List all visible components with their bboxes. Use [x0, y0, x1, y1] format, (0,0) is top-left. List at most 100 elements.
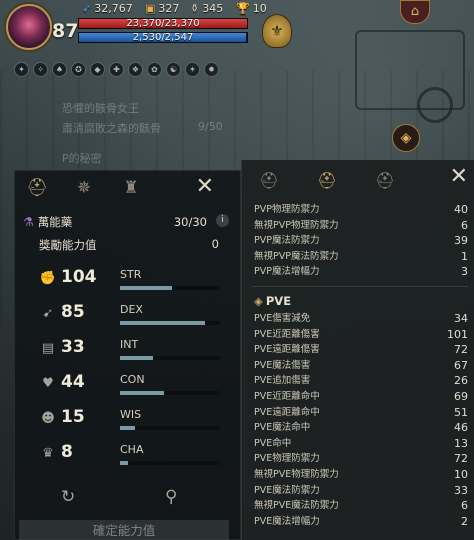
pve-title-text: PVE [265, 294, 292, 308]
carriage-silhouette [355, 30, 465, 123]
tab-person-icon[interactable]: ♜ [118, 175, 144, 201]
tab-star-icon[interactable]: ✵ [71, 175, 97, 201]
stat-row-label: 無視PVP物理防禦力 [254, 219, 339, 231]
buff-icon[interactable]: ✶ [185, 62, 200, 77]
stat-row-value: 69 [454, 390, 468, 403]
stat-wis: ☻ 15 WIS [39, 407, 243, 439]
stat-row-label: PVE命中 [254, 437, 292, 449]
stat-row-label: PVE近距離命中 [254, 391, 320, 402]
trophy-icon: 🏆 [236, 2, 250, 15]
stat-bar [120, 461, 220, 465]
stat-row: PVE近距離命中 69 [254, 390, 468, 404]
stat-bar [120, 426, 220, 430]
stat-row-value: 6 [461, 499, 468, 513]
stat-con: ♥ 44 CON [39, 372, 243, 404]
stat-row: PVP物理防禦力 40 [254, 203, 468, 217]
quest-title[interactable]: P的秘密 [62, 150, 102, 166]
stat-row-label: 無視PVE魔法防禦力 [254, 500, 339, 512]
bonus-stat-value: 0 [211, 237, 219, 251]
mp-bar: 2,530/2,547 [78, 32, 248, 43]
buff-bar: ✦ ✧ ♠ ✪ ◆ ✚ ❖ ✿ ☯ ✶ ✹ [14, 62, 219, 77]
tab-helmet-alt-icon[interactable]: ⛑ [372, 168, 398, 194]
reset-icon[interactable]: ↻ [61, 487, 75, 507]
stat-row-value: 34 [454, 312, 468, 325]
stat-row-value: 33 [454, 483, 468, 497]
stat-row-label: PVE魔法命中 [254, 422, 311, 434]
character-avatar[interactable] [6, 4, 52, 50]
confirm-stats-button[interactable]: 確定能力值 [19, 520, 229, 540]
stat-row-value: 2 [461, 514, 468, 528]
stat-str: ✊ 104 STR [39, 267, 243, 299]
stat-row-value: 72 [454, 452, 468, 466]
buff-icon[interactable]: ✿ [147, 62, 162, 77]
stat-bar [120, 286, 220, 290]
stat-row-value: 1 [461, 249, 468, 263]
stat-bar-fill [120, 286, 172, 290]
currency-4: 🏆 10 [236, 2, 267, 15]
currency-2: ▣ 327 [145, 2, 179, 15]
quest-sub: 肅清腐敗之森的骸骨 [62, 122, 161, 135]
currency-2-value: 327 [158, 2, 180, 15]
stat-row-value: 13 [454, 436, 468, 450]
stat-bar [120, 356, 220, 360]
stat-row-value: 6 [461, 218, 468, 232]
buff-icon[interactable]: ✚ [109, 62, 124, 77]
strength-arm-icon: ✊ [39, 271, 57, 286]
close-icon[interactable]: ✕ [196, 176, 214, 198]
stat-name: STR [120, 268, 142, 281]
stat-bar-fill [120, 356, 153, 360]
character-level: 87 [52, 20, 79, 42]
buff-icon[interactable]: ✧ [33, 62, 48, 77]
stat-bar-fill [120, 321, 205, 325]
buff-icon[interactable]: ✦ [14, 62, 29, 77]
stat-row-label: 無視PVE物理防禦力 [254, 469, 339, 480]
currency-4-value: 10 [252, 2, 267, 15]
stat-value: 15 [61, 407, 85, 427]
bonus-stat-row: 獎勵能力值 0 [39, 237, 219, 253]
stat-name: INT [120, 338, 139, 351]
clan-crest-icon[interactable]: ⚜ [262, 14, 292, 48]
buff-icon[interactable]: ◆ [90, 62, 105, 77]
buff-icon[interactable]: ✪ [71, 62, 86, 77]
stat-row-label: PVE追加傷害 [254, 375, 311, 387]
buff-icon[interactable]: ❖ [128, 62, 143, 77]
stat-row: 無視PVE魔法防禦力 6 [254, 499, 468, 513]
buff-icon[interactable]: ♠ [52, 62, 67, 77]
stat-row-value: 72 [454, 343, 468, 357]
stat-row: PVE遠距離傷害 72 [254, 343, 468, 357]
stat-row-value: 39 [454, 234, 468, 248]
stat-row-label: PVP物理防禦力 [254, 204, 320, 215]
feather-icon: ➶ [82, 2, 92, 15]
stat-row-label: PVE魔法防禦力 [254, 484, 320, 496]
stat-row-value: 67 [454, 358, 468, 372]
stat-row-label: PVE物理防禦力 [254, 453, 320, 465]
quest-title[interactable]: 恐懼的骸骨女王 [62, 100, 139, 116]
stat-row: PVE魔法命中 46 [254, 421, 468, 435]
hp-text: 23,370/23,370 [126, 18, 200, 29]
stat-row: PVE物理防禦力 72 [254, 452, 468, 466]
info-icon[interactable]: i [216, 214, 229, 227]
stat-row-label: PVP魔法增幅力 [254, 266, 320, 278]
constitution-heart-icon: ♥ [42, 376, 54, 391]
stat-row: 無視PVP魔法防禦力 1 [254, 250, 468, 264]
divider [252, 286, 468, 287]
bag-icon[interactable]: ◈ [392, 124, 420, 152]
stat-name: DEX [120, 303, 143, 316]
stat-row: PVE遠距離命中 51 [254, 406, 468, 420]
stat-row-value: 40 [454, 203, 468, 216]
stat-value: 85 [61, 302, 85, 322]
gem-icon: ▣ [145, 2, 156, 15]
stat-bar-fill [120, 426, 135, 430]
close-icon[interactable]: ✕ [450, 164, 468, 189]
currency-3: ⚱ 345 [190, 2, 223, 15]
hp-bar: 23,370/23,370 [78, 18, 248, 29]
stats-panel: ⛑ ✵ ♜ ✕ ⚗ 萬能藥 30/30 i 獎勵能力值 0 ✊ 104 STR ➹ 8… [14, 170, 241, 540]
tab-helmet-plus-icon[interactable]: ⛑ [314, 168, 340, 194]
stat-row-label: PVE近距離傷害 [254, 328, 320, 340]
elixir-row: ⚗ 萬能藥 30/30 i [23, 214, 229, 230]
search-icon[interactable]: ⚲ [165, 487, 177, 507]
tab-helmet-icon[interactable]: ⛑ [24, 175, 50, 201]
buff-icon[interactable]: ✹ [204, 62, 219, 77]
tab-helmet-icon[interactable]: ⛑ [256, 168, 282, 194]
buff-icon[interactable]: ☯ [166, 62, 181, 77]
